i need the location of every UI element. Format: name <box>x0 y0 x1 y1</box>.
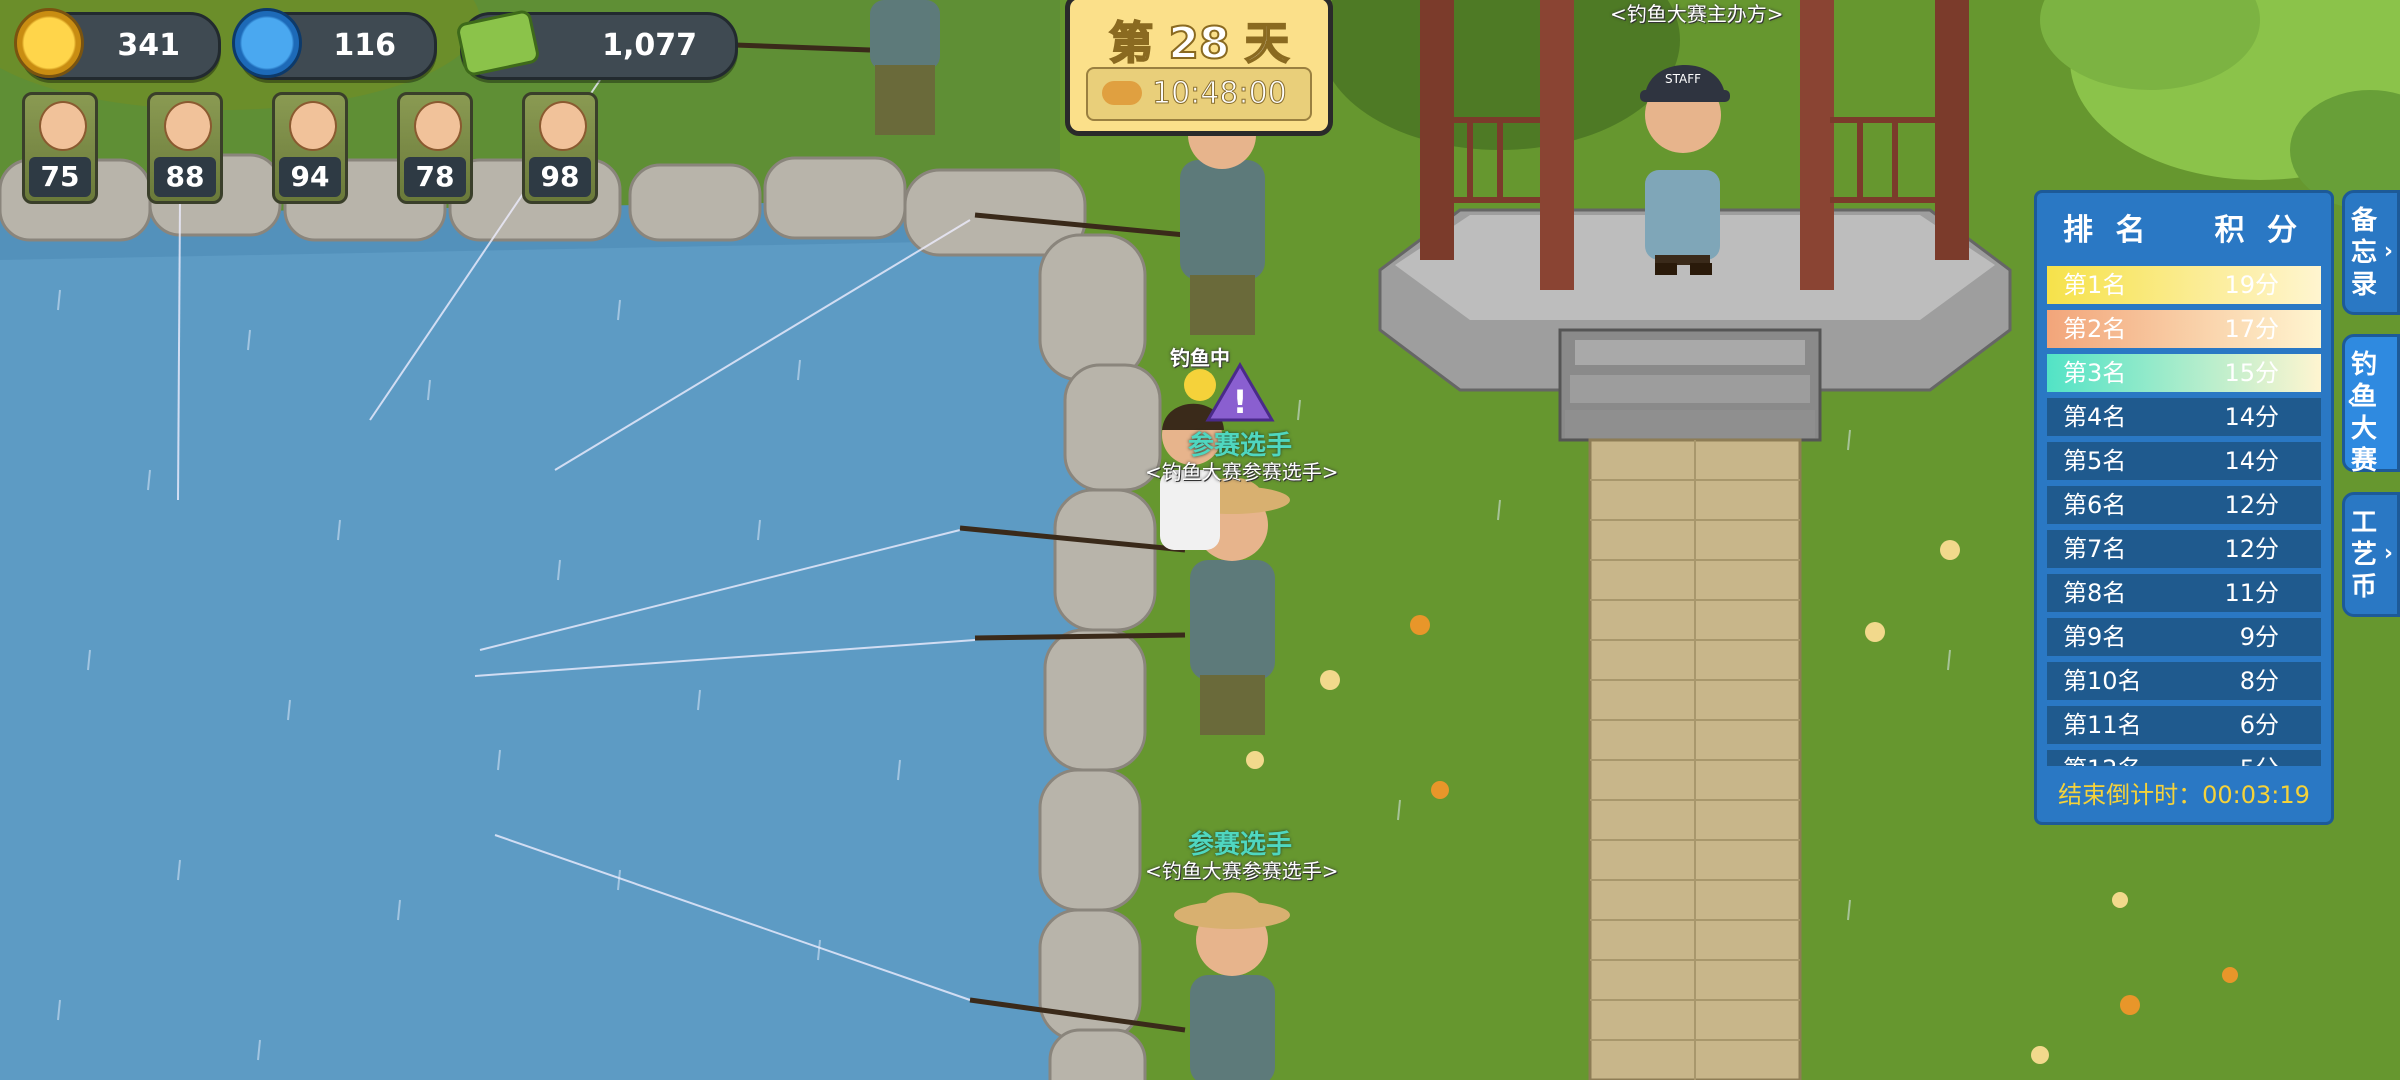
fisherman-3 <box>1174 892 1290 1080</box>
row-rank: 第2名 <box>2063 315 2127 343</box>
rain-cloud-icon <box>1102 81 1142 105</box>
leaderboard-row: 第3名 15分 <box>2047 354 2321 392</box>
row-rank: 第12名 <box>2063 750 2142 766</box>
row-score: 14分 <box>2224 403 2279 431</box>
chevron-right-icon: › <box>2383 238 2393 264</box>
leaderboard-row: 第9名 9分 <box>2047 618 2321 656</box>
leaderboard-rows[interactable]: 第1名 19分 第2名 17分 第3名 15分 第4名 14分 第5名 14分 … <box>2047 266 2321 766</box>
sleepy-face-icon <box>164 101 212 151</box>
tab-craft-coin[interactable]: 工艺币 › <box>2342 492 2400 617</box>
contestant-subtitle-1: <钓鱼大赛参赛选手> <box>1145 460 1339 484</box>
staff-npc-label: <钓鱼大赛主办方> <box>1610 2 1784 26</box>
fisherman-1 <box>1180 101 1265 335</box>
villager-value-5: 98 <box>529 157 591 197</box>
villager-portrait-1[interactable]: 75 <box>22 92 98 204</box>
row-score: 6分 <box>2239 711 2279 739</box>
row-rank: 第4名 <box>2063 403 2127 431</box>
staff-cap-text: STAFF <box>1665 72 1701 86</box>
fishing-leaderboard[interactable]: 排 名 积 分 第1名 19分 第2名 17分 第3名 15分 第4名 14分 … <box>2034 190 2334 825</box>
fisherman-top <box>870 0 940 135</box>
villager-value-4: 78 <box>404 157 466 197</box>
row-score: 8分 <box>2239 667 2279 695</box>
person-icon <box>232 8 302 78</box>
row-rank: 第10名 <box>2063 667 2142 695</box>
row-rank: 第5名 <box>2063 447 2127 475</box>
fishing-status-label: 钓鱼中 <box>1170 346 1230 370</box>
row-rank: 第7名 <box>2063 535 2127 563</box>
leaderboard-header: 排 名 积 分 <box>2037 193 2331 253</box>
villager-portrait-5[interactable]: 98 <box>522 92 598 204</box>
row-rank: 第9名 <box>2063 623 2127 651</box>
contestant-subtitle-2: <钓鱼大赛参赛选手> <box>1145 859 1339 883</box>
row-rank: 第3名 <box>2063 359 2127 387</box>
villager-value-1: 75 <box>29 157 91 197</box>
row-rank: 第6名 <box>2063 491 2127 519</box>
worried-face-icon <box>289 101 337 151</box>
leaderboard-row: 第7名 12分 <box>2047 530 2321 568</box>
gold-coin-icon <box>14 8 84 78</box>
row-score: 11分 <box>2224 579 2279 607</box>
chevron-left-icon: ‹ <box>2347 389 2357 414</box>
tab-craft-coin-label: 工艺币 <box>2350 508 2377 602</box>
leaderboard-row: 第8名 11分 <box>2047 574 2321 612</box>
day-counter: 第 28 天 <box>1108 17 1290 70</box>
svg-text:!: ! <box>1233 383 1248 421</box>
smiling-face-icon <box>414 101 462 151</box>
countdown-timer: 结束倒计时：00:03:19 <box>2058 781 2310 809</box>
day-time-panel[interactable]: 第 28 天 10:48:00 <box>1065 0 1333 136</box>
row-score: 19分 <box>2224 271 2279 299</box>
clock-time: 10:48:00 <box>1152 76 1288 112</box>
cash-value: 1,077 <box>602 28 697 63</box>
tab-fishing-contest[interactable]: 钓鱼大赛 ‹ <box>2342 334 2400 476</box>
thinking-face-icon <box>539 101 587 151</box>
row-score: 12分 <box>2224 491 2279 519</box>
clock-display: 10:48:00 <box>1086 67 1312 121</box>
leaderboard-row: 第10名 8分 <box>2047 662 2321 700</box>
row-score: 17分 <box>2224 315 2279 343</box>
villager-value-3: 94 <box>279 157 341 197</box>
leaderboard-row: 第2名 17分 <box>2047 310 2321 348</box>
row-rank: 第11名 <box>2063 711 2142 739</box>
row-score: 12分 <box>2224 535 2279 563</box>
leaderboard-row: 第4名 14分 <box>2047 398 2321 436</box>
leaderboard-row: 第1名 19分 <box>2047 266 2321 304</box>
villager-portrait-4[interactable]: 78 <box>397 92 473 204</box>
row-score: 9分 <box>2239 623 2279 651</box>
row-score: 15分 <box>2224 359 2279 387</box>
tab-memo-label: 备忘录 <box>2350 206 2377 300</box>
eating-face-icon <box>39 101 87 151</box>
leaderboard-row: 第6名 12分 <box>2047 486 2321 524</box>
villager-portrait-2[interactable]: 88 <box>147 92 223 204</box>
row-rank: 第1名 <box>2063 271 2127 299</box>
leaderboard-row: 第11名 6分 <box>2047 706 2321 744</box>
row-score: 14分 <box>2224 447 2279 475</box>
header-score: 积 分 <box>2214 213 2303 248</box>
leaderboard-row: 第5名 14分 <box>2047 442 2321 480</box>
chevron-right-icon: › <box>2383 540 2393 566</box>
population-value: 116 <box>333 28 396 63</box>
leaderboard-row: 第12名 5分 <box>2047 750 2321 766</box>
header-rank: 排 名 <box>2063 213 2152 248</box>
tab-memo[interactable]: 备忘录 › <box>2342 190 2400 315</box>
row-score: 5分 <box>2240 750 2279 766</box>
moon-icon <box>1184 369 1216 401</box>
row-rank: 第8名 <box>2063 579 2127 607</box>
villager-portrait-3[interactable]: 94 <box>272 92 348 204</box>
villager-value-2: 88 <box>154 157 216 197</box>
gold-value: 341 <box>117 28 180 63</box>
